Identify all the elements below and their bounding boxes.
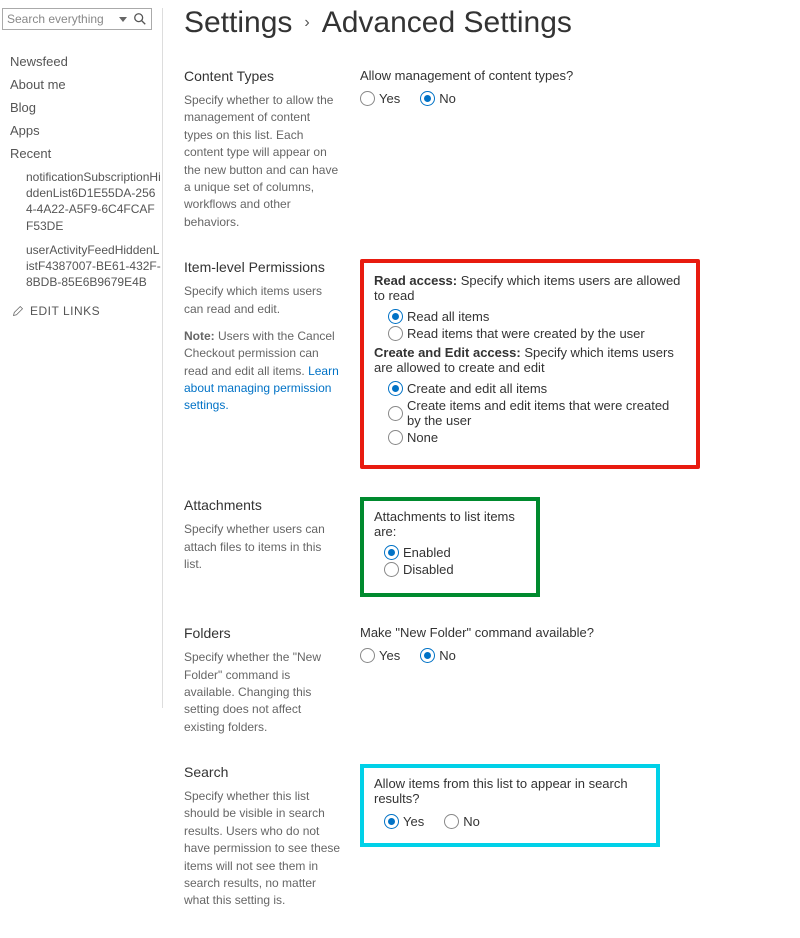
- main-content: Settings › Advanced Settings Content Typ…: [184, 6, 780, 938]
- radio-attach-enabled-label: Enabled: [403, 545, 451, 560]
- attachments-heading: Attachments: [184, 497, 342, 513]
- radio-content-types-no-label: No: [439, 91, 456, 106]
- permissions-note: Note: Users with the Cancel Checkout per…: [184, 328, 342, 415]
- edit-links-label: EDIT LINKS: [30, 304, 100, 318]
- create-access-head: Create and Edit access:: [374, 345, 521, 360]
- search-heading: Search: [184, 764, 342, 780]
- nav-recent[interactable]: Recent: [2, 142, 162, 165]
- attachments-desc: Specify whether users can attach files t…: [184, 521, 342, 573]
- radio-content-types-no[interactable]: [420, 91, 435, 106]
- folders-desc: Specify whether the "New Folder" command…: [184, 649, 342, 736]
- search-question: Allow items from this list to appear in …: [374, 776, 646, 806]
- radio-create-all-label: Create and edit all items: [407, 381, 547, 396]
- section-attachments: Attachments Specify whether users can at…: [184, 497, 780, 597]
- section-folders: Folders Specify whether the "New Folder"…: [184, 625, 780, 736]
- nav-recent-item-2[interactable]: userActivityFeedHiddenListF4387007-BE61-…: [2, 238, 162, 295]
- chevron-down-icon[interactable]: [119, 17, 127, 22]
- radio-read-all[interactable]: [388, 309, 403, 324]
- search-left: Search Specify whether this list should …: [184, 764, 360, 910]
- radio-content-types-yes[interactable]: [360, 91, 375, 106]
- breadcrumb-current: Advanced Settings: [322, 6, 572, 40]
- radio-attach-disabled[interactable]: [384, 562, 399, 577]
- search-icon[interactable]: [133, 12, 147, 26]
- radio-create-none-label: None: [407, 430, 438, 445]
- nav-newsfeed[interactable]: Newsfeed: [2, 50, 162, 73]
- content-types-right: Allow management of content types? Yes N…: [360, 68, 780, 108]
- section-content-types: Content Types Specify whether to allow t…: [184, 68, 780, 231]
- search-input[interactable]: [7, 12, 119, 26]
- search-highlight-box: Allow items from this list to appear in …: [360, 764, 660, 847]
- radio-attach-disabled-label: Disabled: [403, 562, 454, 577]
- folders-left: Folders Specify whether the "New Folder"…: [184, 625, 360, 736]
- search-desc: Specify whether this list should be visi…: [184, 788, 342, 910]
- radio-attach-enabled[interactable]: [384, 545, 399, 560]
- radio-folders-yes[interactable]: [360, 648, 375, 663]
- content-types-question: Allow management of content types?: [360, 68, 780, 83]
- breadcrumb-root[interactable]: Settings: [184, 6, 292, 40]
- attachments-highlight-box: Attachments to list items are: Enabled D…: [360, 497, 540, 597]
- radio-read-own-label: Read items that were created by the user: [407, 326, 645, 341]
- attachments-question: Attachments to list items are:: [374, 509, 526, 539]
- radio-create-own-label: Create items and edit items that were cr…: [407, 398, 686, 428]
- permissions-desc: Specify which items users can read and e…: [184, 283, 342, 318]
- content-types-left: Content Types Specify whether to allow t…: [184, 68, 360, 231]
- radio-search-no[interactable]: [444, 814, 459, 829]
- attachments-left: Attachments Specify whether users can at…: [184, 497, 360, 573]
- folders-heading: Folders: [184, 625, 342, 641]
- radio-create-none[interactable]: [388, 430, 403, 445]
- radio-create-all[interactable]: [388, 381, 403, 396]
- edit-links-button[interactable]: EDIT LINKS: [2, 294, 162, 318]
- permissions-highlight-box: Read access: Specify which items users a…: [360, 259, 700, 469]
- section-search: Search Specify whether this list should …: [184, 764, 780, 910]
- breadcrumb-separator-icon: ›: [302, 14, 311, 32]
- radio-folders-yes-label: Yes: [379, 648, 400, 663]
- radio-read-own[interactable]: [388, 326, 403, 341]
- nav-blog[interactable]: Blog: [2, 96, 162, 119]
- sidebar: Newsfeed About me Blog Apps Recent notif…: [2, 8, 163, 708]
- content-types-desc: Specify whether to allow the management …: [184, 92, 342, 231]
- radio-search-no-label: No: [463, 814, 480, 829]
- radio-folders-no[interactable]: [420, 648, 435, 663]
- radio-search-yes-label: Yes: [403, 814, 424, 829]
- read-access-head: Read access:: [374, 273, 457, 288]
- radio-read-all-label: Read all items: [407, 309, 489, 324]
- breadcrumb: Settings › Advanced Settings: [184, 6, 780, 40]
- radio-create-own[interactable]: [388, 406, 403, 421]
- radio-folders-no-label: No: [439, 648, 456, 663]
- radio-search-yes[interactable]: [384, 814, 399, 829]
- permissions-left: Item-level Permissions Specify which ite…: [184, 259, 360, 415]
- search-box[interactable]: [2, 8, 152, 30]
- pencil-icon: [12, 305, 24, 317]
- permissions-heading: Item-level Permissions: [184, 259, 342, 275]
- nav-about-me[interactable]: About me: [2, 73, 162, 96]
- section-permissions: Item-level Permissions Specify which ite…: [184, 259, 780, 469]
- radio-content-types-yes-label: Yes: [379, 91, 400, 106]
- folders-right: Make "New Folder" command available? Yes…: [360, 625, 780, 665]
- content-types-heading: Content Types: [184, 68, 342, 84]
- folders-question: Make "New Folder" command available?: [360, 625, 780, 640]
- nav-recent-item-1[interactable]: notificationSubscriptionHiddenList6D1E55…: [2, 165, 162, 238]
- nav-apps[interactable]: Apps: [2, 119, 162, 142]
